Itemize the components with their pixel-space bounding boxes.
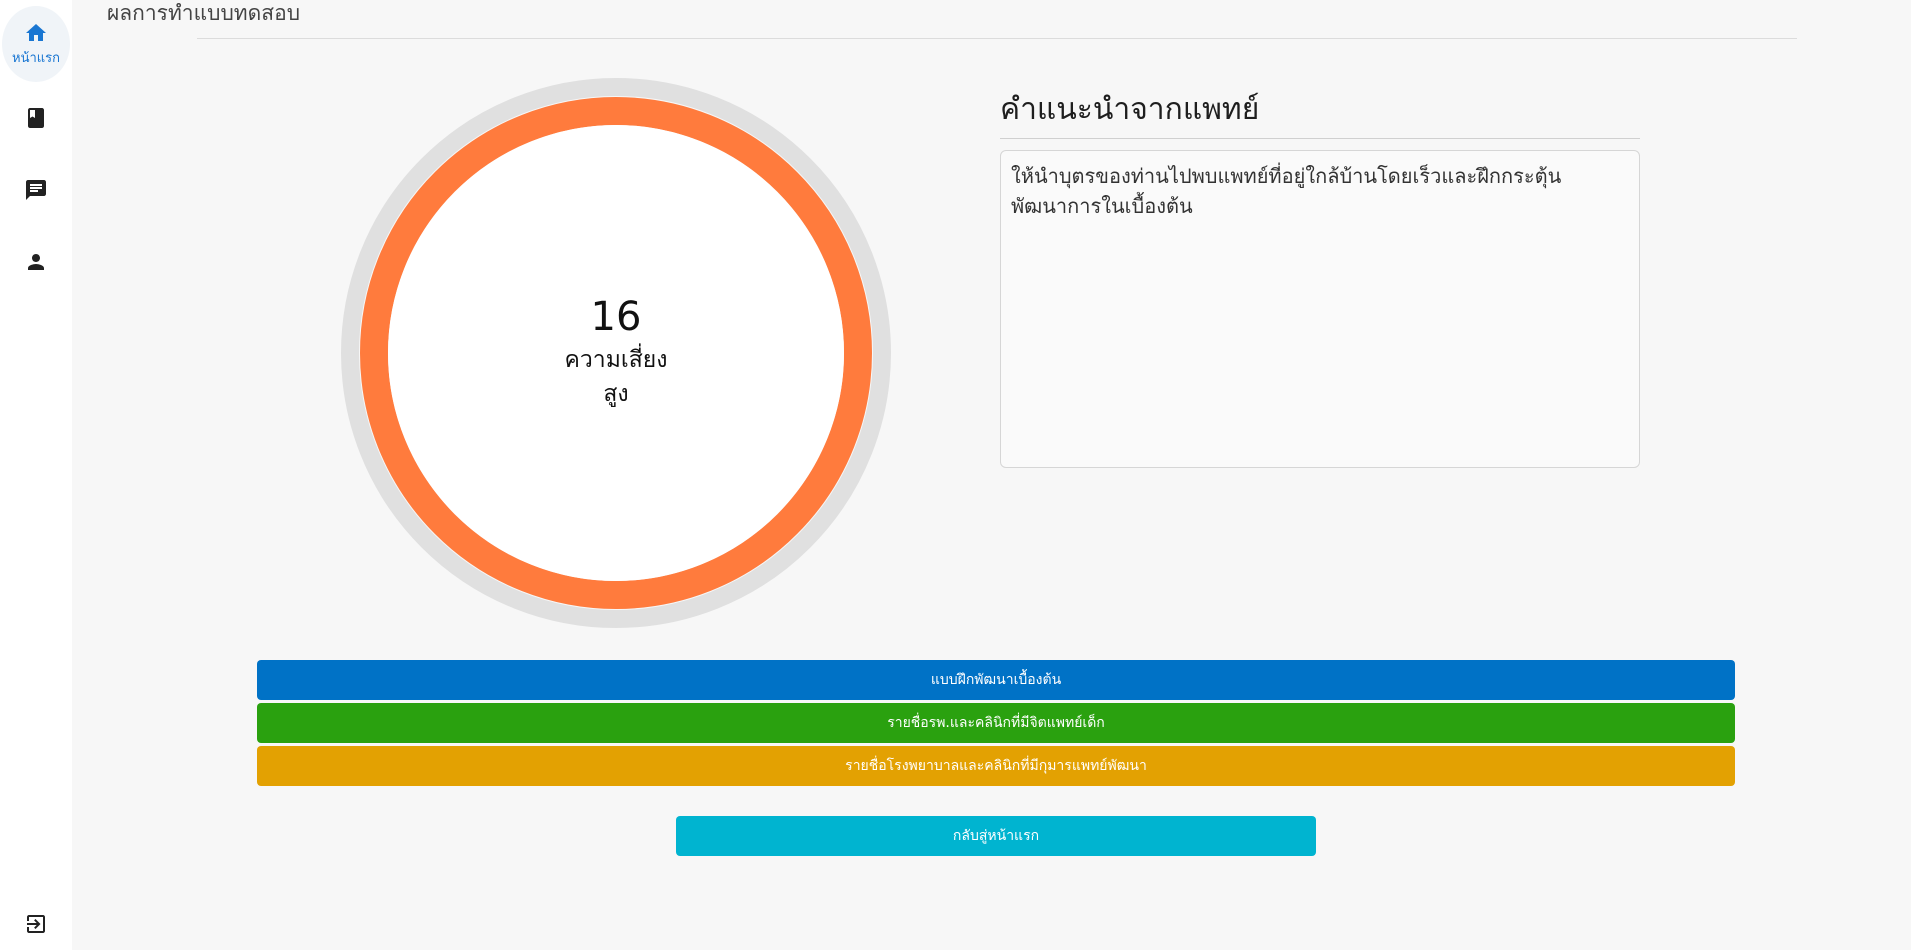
advice-textbox: ให้นำบุตรของท่านไปพบแพทย์ที่อยู่ใกล้บ้าน… <box>1000 150 1640 468</box>
book-icon <box>28 108 44 128</box>
divider <box>197 38 1797 39</box>
risk-label: ความเสี่ยง <box>564 347 668 373</box>
chat-icon <box>26 180 46 200</box>
page-title: ผลการทำแบบทดสอบ <box>107 1 301 25</box>
person-icon <box>28 254 44 270</box>
sidebar-item-book[interactable] <box>22 104 50 132</box>
sidebar: หน้าแรก <box>0 0 72 950</box>
sidebar-item-home[interactable]: หน้าแรก <box>2 6 70 82</box>
advice-title: คำแนะนำจากแพทย์ <box>1000 92 1260 127</box>
child-psychiatrist-list-button[interactable]: รายชื่อรพ.และคลินิกที่มีจิตแพทย์เด็ก <box>257 703 1735 743</box>
training-button[interactable]: แบบฝึกพัฒนาเบื้องต้น <box>257 660 1735 700</box>
logout-icon <box>27 915 45 933</box>
pediatric-dev-list-button[interactable]: รายชื่อโรงพยาบาลและคลินิกที่มีกุมารแพทย์… <box>257 746 1735 786</box>
sidebar-item-logout[interactable] <box>22 910 50 938</box>
risk-level: สูง <box>603 381 629 407</box>
score-value: 16 <box>590 294 642 340</box>
back-home-button[interactable]: กลับสู่หน้าแรก <box>676 816 1316 856</box>
sidebar-item-profile[interactable] <box>22 248 50 276</box>
home-icon <box>26 23 46 41</box>
sidebar-item-label: หน้าแรก <box>12 50 60 66</box>
sidebar-item-chat[interactable] <box>22 176 50 204</box>
divider <box>1000 138 1640 139</box>
